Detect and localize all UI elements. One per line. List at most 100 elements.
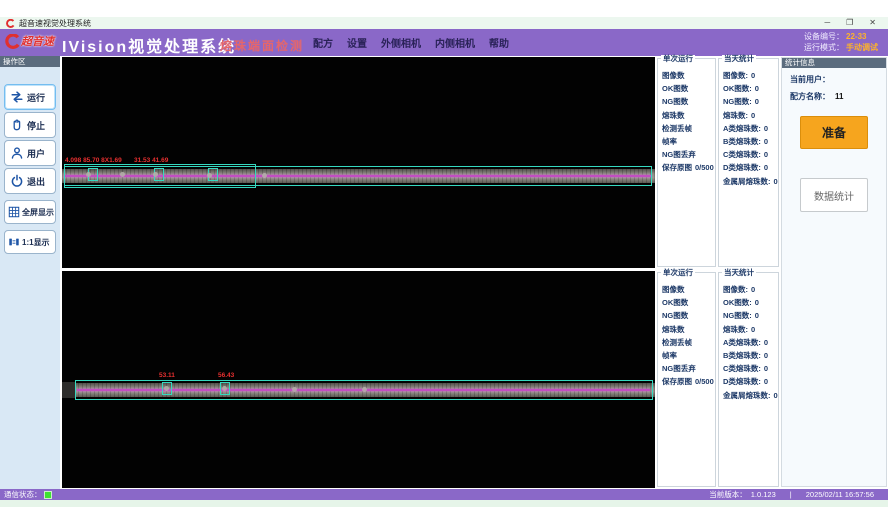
stat-row: 检测丢帧 — [658, 122, 715, 135]
run-icon — [10, 90, 24, 104]
bead-mark — [362, 387, 367, 392]
one-to-one-button[interactable]: 1:1显示 — [4, 230, 56, 254]
user-icon — [10, 146, 24, 160]
user-button[interactable]: 用户 — [4, 140, 56, 166]
bead-mark — [207, 173, 212, 178]
close-button[interactable]: ✕ — [869, 17, 876, 29]
minimize-button[interactable]: ─ — [824, 17, 830, 29]
stat-row: B类熔珠数:0 — [719, 349, 778, 362]
device-id-label: 设备编号： — [804, 32, 844, 41]
bead-mark — [153, 172, 158, 177]
stat-row: C类熔珠数:0 — [719, 362, 778, 375]
logo-swoosh-icon — [5, 34, 20, 49]
stat-row: 金属屑熔珠数:0 — [719, 389, 778, 402]
run-button[interactable]: 运行 — [4, 84, 56, 110]
stat-row: NG图数 — [658, 95, 715, 108]
stat-row: OK图数 — [658, 82, 715, 95]
camera-view-2: 53.11 56.43 — [62, 271, 655, 488]
camera-view-1: 4.098 85.70 8X1.69 31.53 41.69 — [62, 57, 655, 268]
stats-info-panel: 统计信息 当前用户： 配方名称：11 准备 数据统计 — [781, 57, 887, 487]
brand-logo: 超音速 — [5, 33, 54, 49]
stat-row: 图像数:0 — [719, 283, 778, 296]
app-subtitle: 熔珠端面检测 — [220, 37, 304, 54]
app-title: IVision视觉处理系统 — [62, 33, 236, 57]
single-run-panel-1: 单次运行 图像数 OK图数 NG图数 熔珠数 检测丢帧 帧率 NG图丢弃 保存原… — [657, 58, 716, 267]
stop-button[interactable]: 停止 — [4, 112, 56, 138]
bead-mark — [222, 386, 227, 391]
panel-title: 当天统计 — [722, 55, 756, 63]
recipe-name-label: 配方名称： — [790, 92, 830, 101]
menu-item-inner-camera[interactable]: 内侧相机 — [435, 35, 475, 50]
exit-button-label: 退出 — [27, 175, 45, 188]
stat-row: OK图数:0 — [719, 82, 778, 95]
panel-title: 单次运行 — [661, 269, 695, 277]
single-run-panel-2: 单次运行 图像数 OK图数 NG图数 熔珠数 检测丢帧 帧率 NG图丢弃 保存原… — [657, 272, 716, 487]
comm-status-indicator — [45, 492, 51, 498]
fullscreen-button[interactable]: 全屏显示 — [4, 200, 56, 224]
stat-row: C类熔珠数:0 — [719, 148, 778, 161]
stat-row: NG图丢弃 — [658, 148, 715, 161]
stat-row: 帧率 — [658, 135, 715, 148]
menu-item-settings[interactable]: 设置 — [347, 35, 367, 50]
run-mode-label: 运行模式： — [804, 43, 844, 52]
version-label: 当前版本： — [709, 489, 747, 500]
window-title: 超音速视觉处理系统 — [19, 18, 91, 29]
exit-icon — [10, 174, 24, 188]
app-icon — [6, 19, 15, 28]
stat-row: A类熔珠数:0 — [719, 122, 778, 135]
app-header: 超音速 IVision视觉处理系统 熔珠端面检测 配方 设置 外侧相机 内侧相机… — [0, 29, 888, 56]
stat-row: OK图数 — [658, 296, 715, 309]
stop-button-label: 停止 — [27, 119, 45, 132]
recipe-name-value: 11 — [835, 92, 843, 101]
info-panel-title: 统计信息 — [782, 58, 886, 68]
maximize-button[interactable]: ❐ — [846, 17, 853, 29]
ready-button[interactable]: 准备 — [800, 116, 868, 149]
exit-button[interactable]: 退出 — [4, 168, 56, 194]
bead-mark — [292, 387, 297, 392]
menu-item-help[interactable]: 帮助 — [489, 35, 509, 50]
data-stats-button[interactable]: 数据统计 — [800, 178, 868, 212]
stat-row: D类熔珠数:0 — [719, 375, 778, 388]
stat-row: 图像数 — [658, 283, 715, 296]
bead-mark — [86, 172, 91, 177]
stat-row: 保存原图0/500 — [658, 161, 715, 174]
bead-mark — [164, 386, 169, 391]
stat-row: 帧率 — [658, 349, 715, 362]
stat-row: 图像数:0 — [719, 69, 778, 82]
menu-item-recipe[interactable]: 配方 — [313, 35, 333, 50]
logo-text: 超音速 — [21, 33, 54, 49]
strip-left-cap — [62, 382, 76, 398]
stat-row: OK图数:0 — [719, 296, 778, 309]
app-window: 超音速视觉处理系统 ─ ❐ ✕ 超音速 IVision视觉处理系统 熔珠端面检测… — [0, 0, 888, 522]
stat-row: NG图数:0 — [719, 95, 778, 108]
stat-row: 熔珠数:0 — [719, 323, 778, 336]
status-bar: 通信状态： 当前版本： 1.0.123 | 2025/02/11 16:57:5… — [0, 489, 888, 500]
stat-row: D类熔珠数:0 — [719, 161, 778, 174]
stat-row: 图像数 — [658, 69, 715, 82]
device-id-value: 22-33 — [846, 32, 866, 41]
version-value: 1.0.123 — [751, 490, 776, 499]
fullscreen-button-label: 全屏显示 — [22, 207, 54, 218]
stat-row: 检测丢帧 — [658, 336, 715, 349]
measurement-label: 53.11 — [159, 372, 175, 379]
stat-row: A类熔珠数:0 — [719, 336, 778, 349]
desktop-strip — [0, 500, 888, 507]
run-mode-value: 手动调试 — [846, 43, 878, 52]
one-to-one-button-label: 1:1显示 — [22, 237, 50, 248]
bead-mark — [262, 173, 267, 178]
main-menu: 配方 设置 外侧相机 内侧相机 帮助 — [313, 29, 509, 56]
datetime-text: 2025/02/11 16:57:56 — [806, 490, 874, 499]
user-button-label: 用户 — [27, 147, 45, 160]
window-titlebar: 超音速视觉处理系统 ─ ❐ ✕ — [0, 17, 888, 29]
operation-sidebar: 操作区 运行 停止 用户 — [0, 56, 60, 489]
stat-row: NG图数 — [658, 309, 715, 322]
menu-item-outer-camera[interactable]: 外侧相机 — [381, 35, 421, 50]
stat-row: 熔珠数 — [658, 109, 715, 122]
measurement-label: 56.43 — [218, 372, 234, 379]
run-button-label: 运行 — [27, 91, 45, 104]
daily-stats-panel-1: 当天统计 图像数:0 OK图数:0 NG图数:0 熔珠数:0 A类熔珠数:0 B… — [718, 58, 779, 267]
stat-row: NG图丢弃 — [658, 362, 715, 375]
bead-mark — [120, 172, 125, 177]
panel-title: 当天统计 — [722, 269, 756, 277]
stat-row: 熔珠数:0 — [719, 109, 778, 122]
